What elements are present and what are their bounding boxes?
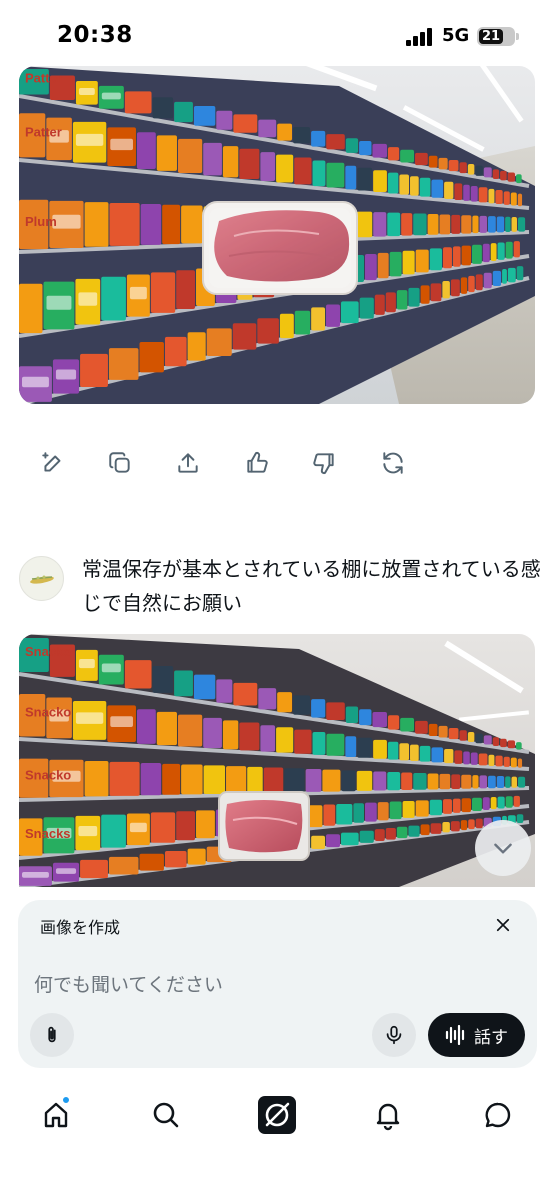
supermarket-shelf-image: Snacko Snacko Snacko Snacks	[19, 634, 535, 887]
messages-icon	[485, 1102, 511, 1128]
close-image-mode-button[interactable]	[490, 912, 516, 938]
generated-image-2[interactable]: Snacko Snacko Snacko Snacks	[19, 634, 535, 887]
supermarket-shelf-image: Patter Patter Plum	[19, 66, 535, 404]
user-prompt-text: 常温保存が基本とされている棚に放置されている感じで自然にお願い	[82, 557, 541, 615]
nav-home[interactable]	[34, 1093, 78, 1137]
share-button[interactable]	[171, 446, 205, 480]
composer: 画像を作成 話す	[18, 900, 537, 1068]
response-actions	[0, 446, 554, 480]
status-time: 20:38	[57, 22, 133, 48]
edit-sparkle-icon	[42, 452, 61, 472]
meat-package	[218, 791, 310, 861]
edit-image-button[interactable]	[36, 446, 70, 480]
talk-button[interactable]: 話す	[428, 1013, 525, 1057]
like-button[interactable]	[240, 446, 274, 480]
grok-icon	[258, 1096, 296, 1134]
thumbs-up-icon	[247, 452, 268, 473]
product-label: Snacks	[25, 826, 71, 841]
copy-icon	[109, 452, 130, 473]
thumbs-down-icon	[313, 453, 334, 474]
search-icon	[153, 1102, 179, 1128]
nav-grok[interactable]	[255, 1093, 299, 1137]
microphone-icon	[386, 1025, 402, 1045]
product-label: Snacko	[25, 644, 71, 659]
regenerate-icon	[383, 452, 403, 474]
product-label: Snacko	[25, 767, 71, 782]
battery-icon: 21	[477, 27, 519, 46]
scroll-to-bottom-button[interactable]	[475, 820, 531, 876]
talk-label: 話す	[474, 1027, 508, 1048]
signal-icon	[406, 28, 434, 46]
product-label: Plum	[25, 214, 57, 229]
status-bar: 20:38 5G 21	[0, 0, 554, 70]
share-icon	[178, 453, 198, 473]
voice-input-button[interactable]	[372, 1013, 416, 1057]
nav-notifications[interactable]	[366, 1093, 410, 1137]
meat-package	[202, 201, 358, 295]
message-input[interactable]	[34, 970, 514, 1000]
waveform-icon	[445, 1025, 465, 1045]
notifications-icon	[376, 1103, 400, 1131]
paperclip-icon	[48, 1026, 56, 1043]
network-type: 5G	[442, 25, 470, 46]
nav-messages[interactable]	[476, 1093, 520, 1137]
generated-image-1[interactable]: Patter Patter Plum	[19, 66, 535, 404]
product-label: Snacko	[25, 705, 71, 720]
avatar-image	[30, 575, 54, 584]
attach-button[interactable]	[30, 1013, 74, 1057]
notification-dot	[61, 1095, 71, 1105]
nav-search[interactable]	[144, 1093, 188, 1137]
image-mode-label: 画像を作成	[40, 918, 121, 937]
product-label: Patter	[25, 71, 62, 86]
battery-level: 21	[481, 29, 501, 44]
avatar[interactable]	[19, 556, 64, 601]
close-icon	[496, 918, 510, 932]
product-label: Patter	[25, 125, 62, 140]
dislike-button[interactable]	[307, 446, 341, 480]
chevron-down-icon	[494, 843, 512, 854]
regenerate-button[interactable]	[376, 446, 410, 480]
copy-button[interactable]	[103, 446, 137, 480]
bottom-nav	[0, 1085, 554, 1145]
